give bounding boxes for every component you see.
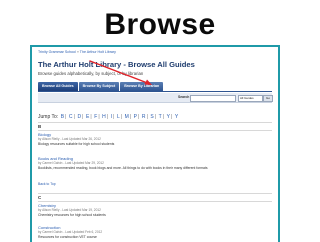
- letter-divider: |: [113, 114, 115, 120]
- jump-letter-f[interactable]: F: [94, 114, 97, 120]
- jump-letter-i[interactable]: I: [111, 114, 112, 120]
- letter-divider: |: [129, 114, 132, 120]
- jump-letter-y-2[interactable]: Y: [175, 114, 178, 120]
- slide-title: Browse: [104, 8, 216, 41]
- letter-divider: |: [65, 114, 67, 120]
- letter-divider: |: [90, 114, 92, 120]
- tab-underline: [38, 91, 272, 92]
- letter-divider: |: [146, 114, 148, 120]
- letter-divider: |: [98, 114, 100, 120]
- letter-divider: |: [82, 114, 84, 120]
- jump-letter-h[interactable]: H: [102, 114, 106, 120]
- jump-letter-r[interactable]: R: [142, 114, 146, 120]
- jump-to-label: Jump To:: [38, 114, 59, 120]
- jump-letter-p[interactable]: P: [134, 114, 137, 120]
- guide-meta: by Alison Rielly - Last Updated Mar 26, …: [38, 137, 101, 141]
- search-input[interactable]: [190, 94, 236, 102]
- back-to-top-link[interactable]: Back to Top: [38, 182, 56, 186]
- search-bar: Search All Guides Go: [38, 93, 273, 103]
- divider: [38, 130, 272, 131]
- breadcrumb-separator: »: [76, 50, 79, 54]
- tab-browse-by-subject[interactable]: Browse By Subject: [78, 82, 120, 91]
- divider: [38, 122, 272, 123]
- guide-description: Booklists, recommended reading, book blo…: [38, 166, 208, 170]
- jump-letter-l[interactable]: L: [117, 114, 120, 120]
- guide-meta: by Carmel Galvin - Last Updated Mar 29, …: [38, 161, 104, 165]
- tab-browse-all-guides[interactable]: Browse All Guides: [38, 82, 78, 91]
- jump-letter-s[interactable]: S: [150, 114, 153, 120]
- go-button[interactable]: Go: [263, 94, 273, 102]
- search-label: Search: [178, 95, 190, 99]
- scope-select[interactable]: All Guides: [238, 94, 263, 102]
- letter-divider: |: [138, 114, 140, 120]
- page-title: The Arthur Holt Library - Browse All Gui…: [38, 60, 195, 69]
- jump-letter-c[interactable]: C: [69, 114, 73, 120]
- jump-letter-m[interactable]: M: [125, 114, 129, 120]
- breadcrumb: Trinity Grammar School » The Arthur Holt…: [38, 50, 116, 54]
- section-heading-c: C: [38, 195, 42, 200]
- divider: [38, 201, 272, 202]
- browse-guides-screenshot: Trinity Grammar School » The Arthur Holt…: [30, 45, 280, 242]
- section-heading-b: B: [38, 124, 42, 129]
- guide-meta: by Carmel Galvin - Last Updated Feb 6, 2…: [38, 230, 103, 234]
- letter-divider: |: [154, 114, 157, 120]
- letter-divider: |: [162, 114, 165, 120]
- jump-letter-e[interactable]: E: [86, 114, 89, 120]
- tab-browse-by-librarian[interactable]: Browse By Librarian: [120, 82, 164, 91]
- jump-letter-b[interactable]: B: [61, 114, 64, 120]
- guide-description: Chemistry resources for high school stud…: [38, 213, 106, 217]
- jump-letter-y[interactable]: Y: [167, 114, 170, 120]
- guide-meta: by Alison Rielly - Last Updated Mar 19, …: [38, 208, 101, 212]
- divider: [38, 193, 272, 194]
- jump-letter-t[interactable]: T: [159, 114, 162, 120]
- guide-description: Biology resources suitable for high scho…: [38, 142, 115, 146]
- guide-description: Resources for construction VET course: [38, 235, 97, 239]
- letter-divider: |: [120, 114, 123, 120]
- jump-letter-d[interactable]: D: [77, 114, 81, 120]
- page-subtitle: Browse guides alphabetically, by subject…: [38, 71, 144, 76]
- breadcrumb-item-school[interactable]: Trinity Grammar School: [38, 50, 76, 54]
- jump-to-bar: Jump To: B| C| D| E| F| H| I| L| M| P| R…: [38, 114, 179, 120]
- letter-divider: |: [171, 114, 173, 120]
- browse-tabs: Browse All Guides Browse By Subject Brow…: [38, 82, 164, 91]
- letter-divider: |: [106, 114, 109, 120]
- letter-divider: |: [73, 114, 75, 120]
- breadcrumb-item-library[interactable]: The Arthur Holt Library: [80, 50, 116, 54]
